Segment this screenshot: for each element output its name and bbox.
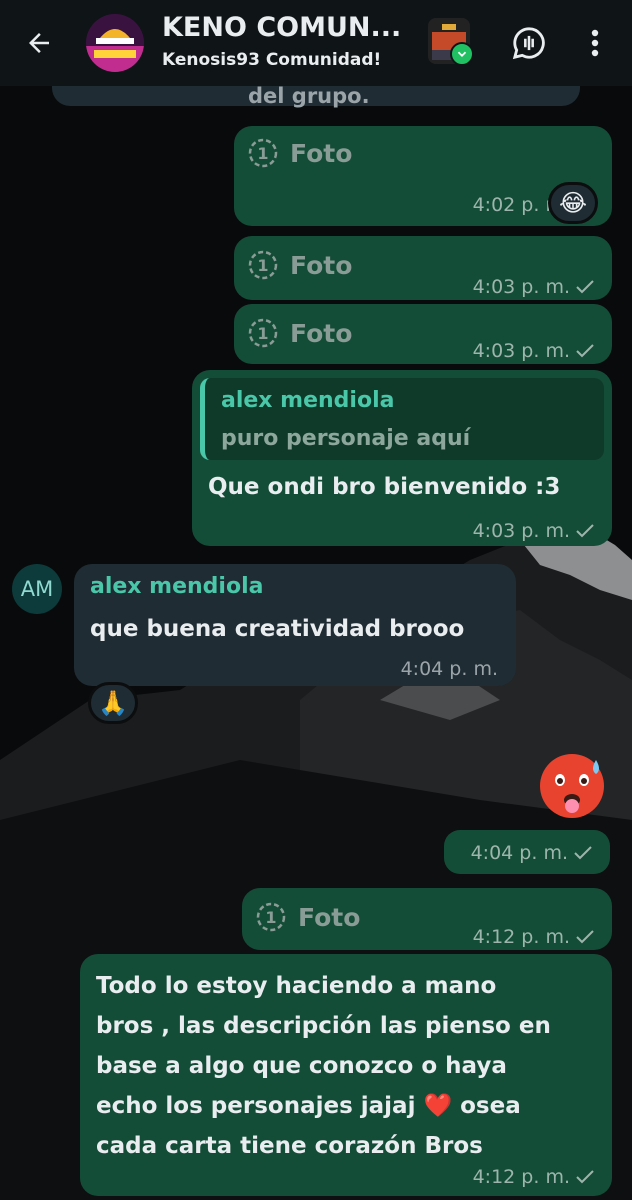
voice-chat-button[interactable]	[508, 22, 550, 64]
message-bubble-incoming[interactable]: alex mendiola que buena creatividad broo…	[74, 564, 516, 686]
message-bubble-text[interactable]: Todo lo estoy haciendo a mano bros , las…	[80, 954, 612, 1196]
chevron-down-icon	[450, 42, 474, 66]
check-icon	[576, 344, 594, 358]
view-once-icon: 1	[248, 250, 278, 280]
photo-label: Foto	[298, 902, 361, 932]
message-time: 4:03 p. m.	[473, 520, 594, 542]
message-text: que buena creatividad brooo	[90, 616, 465, 642]
message-time: 4:03 p. m.	[473, 276, 594, 298]
quoted-message[interactable]: alex mendiola puro personaje aquí	[200, 378, 604, 460]
svg-text:1: 1	[257, 256, 268, 275]
more-vertical-icon	[591, 29, 599, 57]
big-emoji-message[interactable]	[534, 746, 610, 822]
message-text: Todo lo estoy haciendo a mano bros , las…	[96, 973, 551, 1159]
message-bubble-photo[interactable]: 1 Foto 4:03 p. m.	[234, 304, 612, 364]
message-time: 4:12 p. m.	[473, 1166, 594, 1188]
message-text: del grupo.	[248, 84, 370, 108]
view-once-icon: 1	[248, 318, 278, 348]
message-time: 4:12 p. m.	[473, 926, 594, 948]
svg-text:1: 1	[257, 144, 268, 163]
chat-header: KENO COMUN... Kenosis93 Comunidad!	[0, 0, 632, 86]
check-icon	[574, 846, 592, 860]
message-time: 4:03 p. m.	[473, 340, 594, 362]
message-time: 4:04 p. m.	[471, 842, 592, 864]
back-button[interactable]	[18, 22, 60, 64]
quoted-text: puro personaje aquí	[221, 426, 471, 451]
photo-label: Foto	[290, 138, 353, 168]
photo-label: Foto	[290, 250, 353, 280]
reaction-badge[interactable]: 🙏	[88, 682, 138, 724]
quoted-sender: alex mendiola	[221, 388, 395, 413]
sender-name[interactable]: alex mendiola	[90, 574, 263, 599]
message-bubble-reply[interactable]: alex mendiola puro personaje aquí Que on…	[192, 370, 612, 546]
check-icon	[576, 930, 594, 944]
group-title[interactable]: KENO COMUN...	[162, 12, 412, 43]
view-once-icon: 1	[256, 902, 286, 932]
reaction-badge[interactable]: 😂	[548, 182, 598, 224]
message-text: Que ondi bro bienvenido :3	[208, 474, 561, 500]
view-once-icon: 1	[248, 138, 278, 168]
hot-face-emoji-icon	[540, 754, 604, 818]
message-bubble-emoji[interactable]: 4:04 p. m.	[444, 830, 610, 874]
check-icon	[576, 524, 594, 538]
group-avatar[interactable]	[86, 14, 144, 72]
message-time: 4:04 p. m.	[400, 658, 498, 680]
more-options-button[interactable]	[576, 22, 614, 64]
message-bubble-photo[interactable]: 1 Foto 4:03 p. m.	[234, 236, 612, 300]
avatar[interactable]: AM	[12, 564, 62, 614]
svg-text:1: 1	[265, 908, 276, 927]
check-icon	[576, 1170, 594, 1184]
arrow-left-icon	[29, 33, 49, 53]
community-name[interactable]: Kenosis93 Comunidad!	[162, 50, 412, 70]
message-bubble-photo[interactable]: 1 Foto 4:12 p. m.	[242, 888, 612, 950]
svg-text:1: 1	[257, 324, 268, 343]
voice-chat-icon	[512, 27, 545, 60]
photo-label: Foto	[290, 318, 353, 348]
check-icon	[576, 280, 594, 294]
message-list[interactable]: del grupo. 1 Foto 4:02 p. m. 😂 1 Foto 4:…	[0, 56, 632, 1200]
